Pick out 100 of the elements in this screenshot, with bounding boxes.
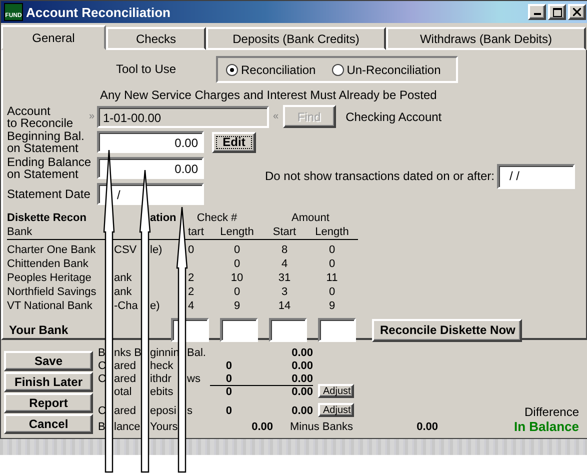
balance-field[interactable]: 0.00 (97, 157, 204, 179)
table-cell: 8 (263, 240, 306, 257)
tab[interactable]: Withdraws (Bank Debits) (386, 27, 586, 50)
summary-label: ws (187, 373, 200, 385)
cutoff-label: Do not show transactions dated on or after: (265, 169, 494, 183)
column-header: Start (263, 225, 306, 240)
table-cell-text: 2 (187, 285, 196, 299)
summary-label: B (98, 421, 104, 433)
table-cell-text: 3 (280, 285, 289, 299)
difference-label: Difference (524, 405, 579, 419)
adjust-button[interactable]: Adjust (318, 403, 354, 417)
date-field[interactable]: / / (497, 164, 576, 188)
action-button[interactable]: Save (4, 351, 93, 371)
summary-label: ithdr (150, 373, 172, 385)
edit-button[interactable]: Edit (212, 132, 256, 152)
table-cell-text: 0 (328, 257, 336, 271)
column-header: Length (211, 225, 263, 240)
table-cell: 0 (171, 240, 211, 257)
notice-text: Any New Service Charges and Interest Must Already be Posted (100, 89, 437, 102)
summary-count: 0 (224, 360, 232, 372)
summary-label: C (98, 373, 104, 385)
tab[interactable]: Deposits (Bank Credits) (206, 27, 386, 50)
radio-option[interactable]: Reconciliation (226, 62, 316, 76)
input-field[interactable] (269, 318, 307, 342)
close-icon (573, 8, 581, 16)
summary-label: C (98, 360, 104, 372)
table-cell-text: 0 (328, 285, 336, 299)
summary-label: s (187, 405, 192, 417)
table-cell-text: 11 (325, 271, 339, 285)
balance-field[interactable]: 0.00 (97, 131, 204, 153)
summary-amount: 0.00 (290, 405, 313, 417)
table-cell-text: -Cha (114, 299, 139, 313)
mark-text: » (89, 111, 96, 122)
summary-amount: 0.00 (290, 347, 313, 359)
reconcile-diskette-button[interactable]: Reconcile Diskette Now (372, 318, 522, 342)
table-cell-text: 0 (232, 285, 242, 299)
table-cell-text: CSV (114, 243, 138, 257)
summary-count: 0 (224, 405, 232, 417)
summary-label: eposi (150, 405, 177, 417)
radio-option[interactable]: Un-Reconciliation (332, 62, 441, 76)
input-field[interactable] (318, 318, 356, 342)
section-title: Diskette Recon (7, 211, 88, 225)
summary-label: Bal. (187, 347, 206, 359)
tool-label: Tool to Use (116, 63, 178, 76)
summary-label: ared (114, 373, 138, 385)
summary-amount: 0.00 (232, 385, 313, 398)
tab[interactable]: Checks (106, 27, 206, 50)
summary-amount: 0.00 (290, 373, 313, 385)
account-field[interactable]: 1-01-00.00 (97, 106, 269, 128)
field-label: Statement Date (7, 188, 92, 200)
table-cell-text: VT National Bank (7, 299, 94, 313)
table-cell-text: Peoples Heritage (7, 271, 92, 285)
summary-count: 0 (210, 385, 232, 398)
table-cell: Chittenden Bank (7, 257, 88, 271)
summary-amount: 0.00 (290, 360, 313, 372)
table-cell-text: 31 (277, 271, 292, 285)
table-cell-text: 9 (328, 299, 336, 313)
field-label: Beginning Bal. on Statement (7, 130, 86, 154)
field-label: Ending Balance on Statement (7, 156, 92, 180)
summary-label: ared (114, 360, 138, 372)
table-cell-text: Charter One Bank (7, 243, 97, 257)
table-cell: e) (150, 299, 160, 313)
tab[interactable]: General (1, 25, 106, 50)
table-cell: ank (114, 271, 132, 285)
balance-status: In Balance (514, 419, 579, 434)
minimize-button[interactable] (528, 4, 546, 20)
table-cell-text: 10 (230, 271, 244, 285)
your-bank-label: Your Bank (8, 323, 70, 337)
summary-label: C (98, 405, 104, 417)
summary-count: 0 (224, 373, 232, 385)
column-header: Length (306, 225, 358, 240)
action-button[interactable]: Report (4, 393, 93, 413)
radio-button[interactable] (226, 64, 238, 76)
minimize-icon (534, 13, 540, 15)
input-field[interactable] (220, 318, 258, 342)
summary-amount: 0.00 (416, 421, 438, 433)
column-group-header: Amount (290, 211, 330, 225)
radio-button[interactable] (332, 64, 344, 76)
account-description: Checking Account (346, 110, 442, 124)
maximize-button[interactable] (548, 4, 566, 20)
summary-label: B (98, 347, 104, 359)
adjust-button[interactable]: Adjust (318, 384, 354, 398)
summary-label: ebits (150, 386, 174, 398)
field-label: Account to Reconcile (7, 104, 74, 128)
mark-text: « (273, 111, 279, 122)
summary-label: lance (114, 421, 140, 433)
summary-label: Minus Banks (290, 421, 354, 433)
summary-label: Yours (150, 421, 178, 433)
action-button[interactable]: Cancel (4, 414, 93, 434)
table-cell-text: 9 (232, 299, 242, 313)
summary-label: ginnin (150, 347, 177, 359)
summary-label: heck (150, 360, 174, 372)
action-button[interactable]: Finish Later (4, 372, 93, 392)
table-cell-text: 14 (277, 299, 292, 313)
close-button[interactable] (568, 4, 586, 20)
table-cell: le) (150, 243, 162, 257)
section-title: ation (150, 211, 176, 225)
summary-label: ared (114, 405, 138, 417)
table-cell: 0 (211, 240, 263, 257)
window-title: Account Reconciliation (26, 4, 172, 20)
